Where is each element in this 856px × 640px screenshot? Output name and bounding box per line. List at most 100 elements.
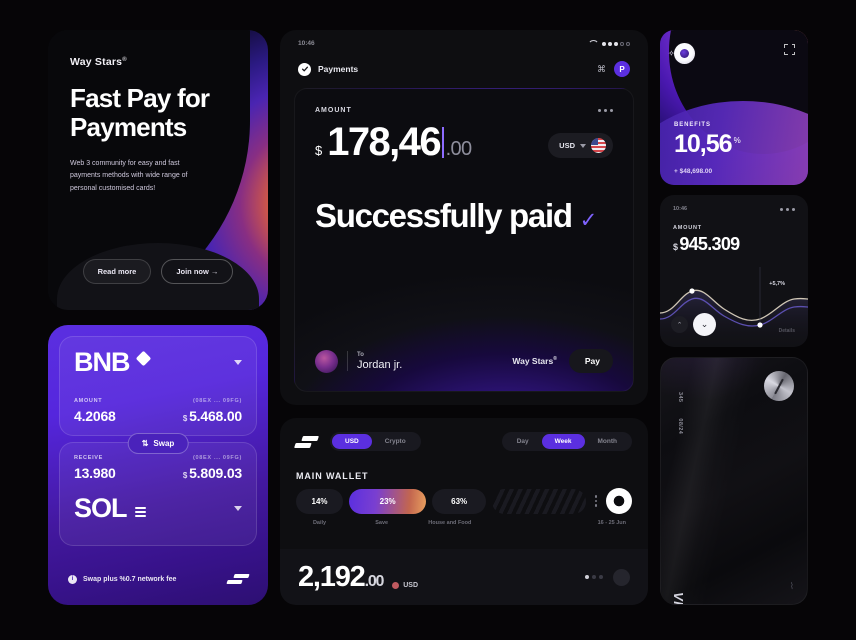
swap-to-coin-name: SOL bbox=[74, 493, 128, 523]
wallet-total: 2,192.00 bbox=[298, 560, 384, 593]
scroll-up-button[interactable]: ⌃ bbox=[671, 316, 688, 333]
segment-house-food[interactable]: 63% bbox=[432, 488, 487, 514]
amount-row: AMOUNT bbox=[315, 107, 613, 114]
sparkle-icon: ✧ bbox=[668, 49, 675, 58]
card-number-dots: •••• bbox=[660, 392, 661, 413]
chart-currency-symbol: $ bbox=[673, 242, 678, 252]
swap-button-label: Swap bbox=[153, 439, 175, 448]
wallet-total-bar: 2,192.00 USD bbox=[280, 549, 648, 605]
allocation-labels: Daily Save House and Food 16 - 25 Jun bbox=[296, 520, 632, 526]
swap-from-coin-name: BNB bbox=[74, 347, 130, 377]
hero-brand-trademark: ® bbox=[122, 56, 127, 63]
wallet-total-value: 2,192 bbox=[298, 560, 366, 593]
swap-to-amount: 13.980 bbox=[74, 465, 116, 481]
chart-controls: ⌃ ⌄ bbox=[671, 313, 716, 336]
more-options-icon[interactable] bbox=[780, 207, 795, 211]
recipient-block: To Jordan jr. bbox=[315, 349, 402, 373]
avatar[interactable]: P bbox=[614, 61, 630, 77]
command-key-icon[interactable]: ⌘ bbox=[597, 64, 606, 75]
tab-crypto[interactable]: Crypto bbox=[372, 434, 419, 449]
swap-to-chevron-down-icon[interactable] bbox=[234, 506, 242, 511]
currency-chevron-down-icon bbox=[580, 143, 586, 148]
chart-amount-value: 945.309 bbox=[679, 234, 740, 254]
payments-header-left: Payments bbox=[298, 62, 358, 76]
wallet-total-group: 2,192.00 USD bbox=[298, 560, 418, 593]
wallet-currency-badge: USD bbox=[392, 581, 418, 589]
join-now-button[interactable]: Join now → bbox=[161, 259, 234, 284]
hero-description: Web 3 community for easy and fast paymen… bbox=[70, 160, 188, 192]
amount-major: 178,46 bbox=[327, 120, 441, 164]
amount-value-group[interactable]: $ 178,46 .00 bbox=[315, 122, 472, 162]
chart-change-label: +5,7% bbox=[769, 281, 785, 287]
swap-to-fiat-value: 5.809.03 bbox=[189, 465, 242, 481]
swap-to-pair-label: (08EX ... 09FG) bbox=[192, 455, 242, 461]
crypto-swap-card: BNB AMOUNT (08EX ... 09FG) 4.2068 $5.468… bbox=[48, 325, 268, 605]
benefits-card: ✧ BENEFITS 10,56% + $48,698.00 bbox=[660, 30, 808, 185]
segment-daily[interactable]: 14% bbox=[296, 488, 344, 514]
swap-from-coin-row[interactable]: BNB bbox=[74, 349, 242, 376]
swap-from-panel[interactable]: BNB AMOUNT (08EX ... 09FG) 4.2068 $5.468… bbox=[59, 336, 257, 436]
merchant-brand: Way Stars® bbox=[512, 356, 556, 366]
allocation-bar-chart: 14% 23% 63% bbox=[296, 488, 632, 514]
chart-amount-label: AMOUNT bbox=[673, 225, 702, 231]
swap-from-chevron-down-icon[interactable] bbox=[234, 360, 242, 365]
wallet-next-button[interactable] bbox=[613, 568, 630, 586]
status-check-icon: ✓ bbox=[579, 209, 598, 232]
tab-day[interactable]: Day bbox=[504, 434, 542, 449]
hero-brand-name: Way Stars bbox=[70, 56, 123, 68]
swap-footer: i Swap plus %0.7 network fee bbox=[48, 559, 268, 605]
tab-month[interactable]: Month bbox=[585, 434, 631, 449]
swap-to-currency-symbol: $ bbox=[182, 471, 188, 480]
check-svg bbox=[301, 66, 308, 72]
wallet-knob-button[interactable] bbox=[606, 488, 632, 514]
chart-details-link[interactable]: Details bbox=[779, 328, 795, 334]
label-save: Save bbox=[375, 520, 389, 526]
more-options-icon[interactable] bbox=[598, 109, 613, 112]
swap-from-fiat: $5.468.00 bbox=[183, 408, 242, 424]
swap-to-panel[interactable]: RECEIVE (08EX ... 09FG) 13.980 $5.809.03… bbox=[59, 442, 257, 546]
status-indicators bbox=[588, 40, 630, 47]
payment-methods: Way Stars® Pay bbox=[512, 349, 613, 373]
benefits-amount: + $48,698.00 bbox=[674, 168, 713, 175]
payment-footer: To Jordan jr. Way Stars® Pay bbox=[315, 349, 613, 373]
expand-icon[interactable] bbox=[784, 44, 795, 55]
swap-from-fiat-value: 5.468.00 bbox=[189, 408, 242, 424]
date-range-note: 16 - 25 Jun bbox=[597, 520, 626, 526]
payments-header: Payments ⌘ P bbox=[280, 47, 648, 77]
recipient-avatar bbox=[315, 349, 338, 373]
chart-point-current bbox=[757, 322, 763, 328]
pagination-dots[interactable] bbox=[585, 575, 603, 579]
swap-to-coin-row[interactable]: SOL bbox=[74, 495, 242, 522]
bnb-diamond-icon bbox=[135, 350, 151, 367]
period-tabs[interactable]: Day Week Month bbox=[501, 432, 632, 451]
segment-save[interactable]: 23% bbox=[349, 488, 427, 514]
design-showcase-canvas: Way Stars® Fast Pay for Payments Web 3 c… bbox=[0, 0, 856, 640]
payment-status-title: Successfully paid ✓ bbox=[315, 198, 613, 234]
hero-promo-card: Way Stars® Fast Pay for Payments Web 3 c… bbox=[48, 30, 268, 310]
wallet-pagination bbox=[585, 568, 630, 586]
payments-header-right: ⌘ P bbox=[597, 61, 630, 77]
wallet-toolbar-left: USD Crypto bbox=[294, 432, 421, 451]
swap-button[interactable]: ⇅ Swap bbox=[127, 433, 189, 454]
apple-pay-button[interactable]: Pay bbox=[568, 349, 613, 373]
currency-selector[interactable]: USD bbox=[548, 133, 613, 158]
currency-code: USD bbox=[559, 141, 575, 150]
more-options-icon[interactable] bbox=[594, 495, 597, 507]
tab-usd[interactable]: USD bbox=[332, 434, 372, 449]
us-flag-icon bbox=[591, 138, 606, 153]
scroll-down-button[interactable]: ⌄ bbox=[693, 313, 716, 336]
currency-tabs[interactable]: USD Crypto bbox=[330, 432, 421, 451]
read-more-button[interactable]: Read more bbox=[82, 259, 152, 284]
main-wallet-card: USD Crypto Day Week Month MAIN WALLET 14… bbox=[280, 418, 648, 605]
payment-detail-panel: AMOUNT $ 178,46 .00 USD Successfully pai… bbox=[294, 88, 634, 392]
status-time: 10:46 bbox=[298, 40, 315, 47]
contactless-icon: ⌇ bbox=[789, 581, 794, 591]
hero-title: Fast Pay for Payments bbox=[70, 83, 210, 143]
label-house-food: House and Food bbox=[428, 520, 472, 526]
text-cursor bbox=[441, 126, 444, 158]
swap-from-currency-symbol: $ bbox=[182, 414, 188, 423]
wallet-toolbar: USD Crypto Day Week Month bbox=[294, 432, 632, 451]
benefits-unit: % bbox=[733, 135, 741, 145]
tab-week[interactable]: Week bbox=[541, 434, 585, 449]
chart-point-peak bbox=[689, 288, 695, 294]
